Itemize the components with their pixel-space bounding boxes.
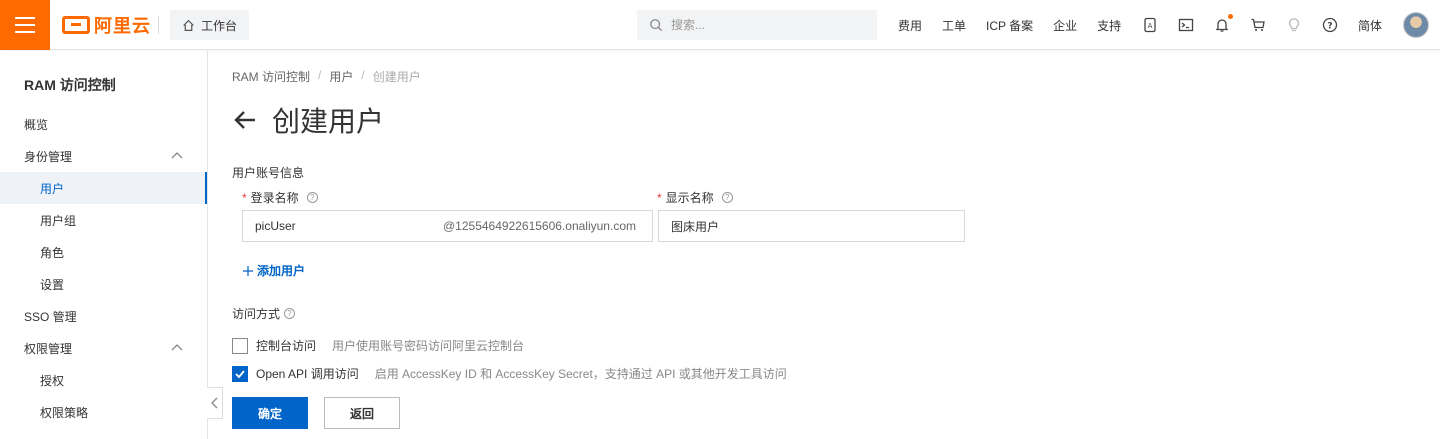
breadcrumb-item-ram[interactable]: RAM 访问控制 [232, 68, 310, 85]
notification-dot [1228, 14, 1233, 19]
console-access-checkbox[interactable] [232, 337, 248, 354]
back-arrow-icon[interactable] [232, 107, 258, 133]
section-label: 用户账号信息 [232, 166, 305, 180]
chevron-up-icon [171, 344, 183, 351]
api-access-label[interactable]: Open API 调用访问 [256, 365, 359, 382]
logo-mark-icon [62, 16, 90, 34]
cart-icon[interactable] [1250, 17, 1266, 33]
svg-text:?: ? [1327, 22, 1332, 32]
breadcrumb-separator: / [318, 68, 322, 82]
sidebar-item-overview[interactable]: 概览 [0, 108, 207, 140]
sidebar-item-label: 用户组 [40, 213, 77, 228]
sidebar-item-users[interactable]: 用户 [0, 172, 207, 204]
language-switch[interactable]: 简体 [1358, 17, 1382, 34]
nav-link-billing[interactable]: 费用 [898, 17, 922, 34]
breadcrumb-item-current: 创建用户 [372, 70, 421, 84]
display-name-field[interactable] [658, 210, 965, 242]
user-avatar[interactable] [1403, 12, 1429, 38]
aliyun-logo[interactable]: 阿里云 [62, 14, 151, 36]
nav-link-enterprise[interactable]: 企业 [1053, 17, 1077, 34]
help-icon[interactable]: ? [306, 192, 318, 203]
sidebar-item-user-groups[interactable]: 用户组 [0, 204, 207, 236]
lightbulb-icon[interactable] [1286, 17, 1302, 33]
sidebar-item-label: 权限策略 [40, 405, 89, 420]
breadcrumb: RAM 访问控制 / 用户 / 创建用户 [232, 68, 421, 85]
sidebar-item-label: 设置 [40, 277, 65, 292]
console-access-label[interactable]: 控制台访问 [256, 337, 316, 354]
sidebar-item-policies[interactable]: 权限策略 [0, 396, 207, 428]
breadcrumb-item-users[interactable]: 用户 [329, 68, 353, 85]
page-title: 创建用户 [272, 106, 385, 137]
search-input[interactable] [671, 18, 861, 32]
api-access-option: Open API 调用访问 启用 AccessKey ID 和 AccessKe… [232, 365, 787, 382]
help-icon[interactable]: ? [284, 308, 296, 319]
sidebar-item-label: 权限管理 [24, 341, 73, 356]
logo-text: 阿里云 [94, 16, 151, 36]
sidebar-item-settings[interactable]: 设置 [0, 268, 207, 300]
terminal-icon[interactable] [1178, 17, 1194, 33]
search-icon [650, 19, 663, 32]
help-icon[interactable]: ? [1322, 17, 1338, 33]
sidebar-item-permissions[interactable]: 权限管理 [0, 332, 207, 364]
plus-icon [243, 265, 253, 276]
console-access-desc: 用户使用账号密码访问阿里云控制台 [332, 339, 525, 353]
help-icon[interactable]: ? [721, 192, 733, 203]
sidebar-item-label: 身份管理 [24, 149, 73, 164]
bell-icon[interactable] [1214, 14, 1233, 33]
sidebar-item-grants[interactable]: 授权 [0, 364, 207, 396]
sidebar-item-label: 授权 [40, 373, 65, 388]
breadcrumb-separator: / [361, 68, 365, 82]
top-bar: 阿里云 工作台 费用 工单 ICP 备案 企业 支持 A ? [0, 0, 1440, 50]
login-name-field[interactable]: @1255464922615606.onaliyun.com [242, 210, 653, 242]
sidebar-collapse-button[interactable] [207, 387, 223, 419]
confirm-button[interactable]: 确定 [232, 397, 308, 429]
search-box[interactable] [637, 10, 877, 40]
nav-link-tickets[interactable]: 工单 [942, 17, 966, 34]
console-access-option: 控制台访问 用户使用账号密码访问阿里云控制台 [232, 337, 524, 354]
page-header: 创建用户 [232, 100, 384, 140]
api-access-desc: 启用 AccessKey ID 和 AccessKey Secret，支持通过 … [374, 367, 787, 381]
back-button[interactable]: 返回 [324, 397, 400, 429]
chevron-up-icon [171, 152, 183, 159]
add-user-label: 添加用户 [257, 264, 306, 278]
sidebar-item-identity[interactable]: 身份管理 [0, 140, 207, 172]
login-name-input[interactable] [255, 219, 435, 233]
sidebar-item-label: 角色 [40, 245, 65, 260]
api-access-checkbox[interactable] [232, 365, 248, 382]
menu-icon[interactable] [0, 0, 50, 50]
chevron-left-icon [211, 397, 218, 409]
svg-text:A: A [1148, 22, 1153, 30]
display-name-label: * 显示名称 ? [657, 189, 733, 206]
workbench-button[interactable]: 工作台 [170, 10, 250, 40]
login-name-label-text: 登录名称 [250, 191, 299, 205]
checkmark-icon [235, 369, 245, 378]
top-icons: A ? [1142, 0, 1338, 50]
sidebar-item-label: SSO 管理 [24, 309, 77, 324]
login-name-label: * 登录名称 ? [242, 189, 318, 206]
nav-link-icp[interactable]: ICP 备案 [986, 17, 1033, 34]
access-method-text: 访问方式 [232, 307, 281, 321]
required-mark: * [657, 190, 662, 205]
home-icon [183, 19, 194, 31]
add-user-link[interactable]: 添加用户 [243, 262, 305, 279]
sidebar-item-sso[interactable]: SSO 管理 [0, 300, 207, 332]
display-name-input[interactable] [671, 219, 951, 233]
login-name-suffix: @1255464922615606.onaliyun.com [442, 219, 636, 233]
access-method-label: 访问方式 ? [232, 305, 296, 322]
divider [158, 16, 159, 34]
required-mark: * [242, 190, 247, 205]
top-nav-links: 费用 工单 ICP 备案 企业 支持 [898, 0, 1141, 50]
sidebar-item-roles[interactable]: 角色 [0, 236, 207, 268]
workbench-label: 工作台 [201, 18, 238, 33]
app-icon[interactable]: A [1142, 17, 1158, 33]
sidebar-item-label: 概览 [24, 117, 49, 132]
display-name-label-text: 显示名称 [665, 191, 714, 205]
nav-link-support[interactable]: 支持 [1097, 17, 1121, 34]
sidebar-item-label: 用户 [40, 181, 65, 196]
sidebar-title: RAM 访问控制 [24, 77, 116, 93]
sidebar: RAM 访问控制 概览 身份管理 用户 用户组 角色 设置 SSO 管理 权限管… [0, 51, 208, 439]
